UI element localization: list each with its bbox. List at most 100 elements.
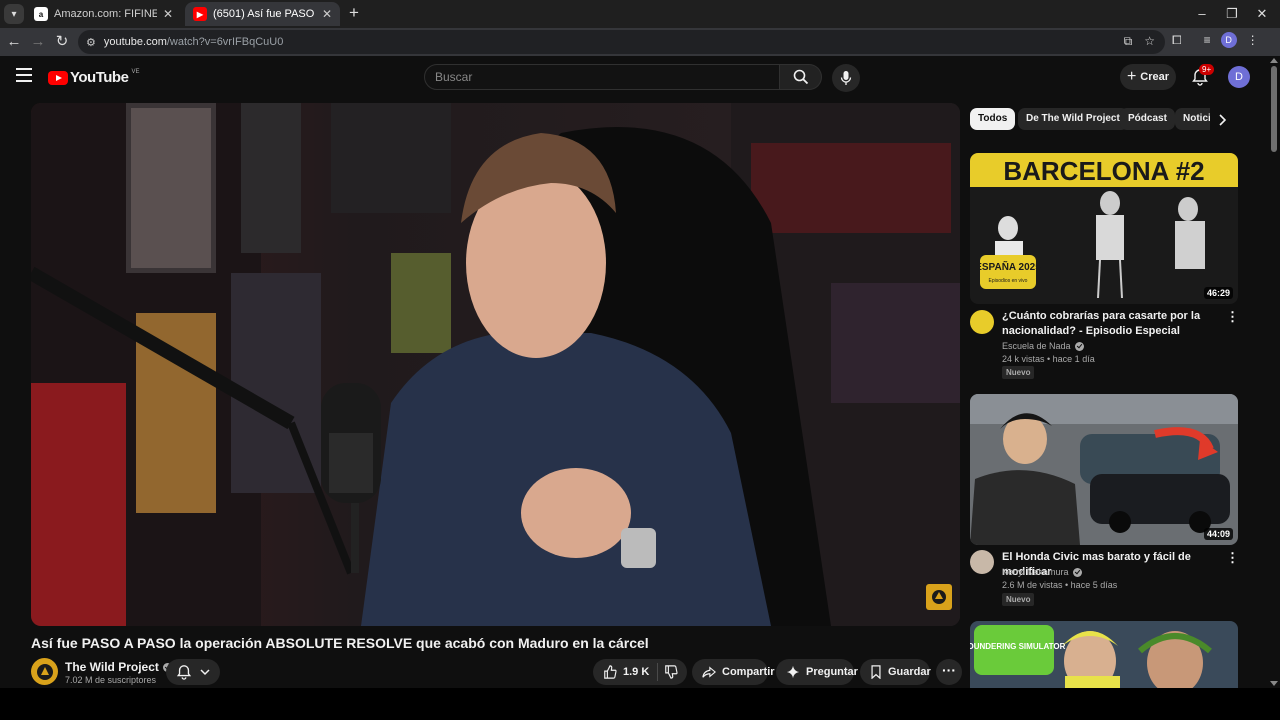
- thumb-headline: LOUNDERING SIMULATOR: [970, 642, 1066, 651]
- new-tab-button[interactable]: +: [344, 4, 364, 24]
- scroll-up-arrow-icon[interactable]: [1270, 58, 1278, 63]
- tab-search-button[interactable]: ▾: [4, 4, 24, 24]
- voice-search-button[interactable]: [832, 64, 860, 92]
- microphone-icon: [840, 71, 852, 85]
- new-badge: Nuevo: [1002, 366, 1035, 379]
- rec-meta: 2.6 M de vistas • hace 5 días: [1002, 580, 1118, 590]
- chevron-down-icon: [200, 669, 210, 676]
- channel-name[interactable]: The Wild Project: [65, 660, 172, 674]
- thumbnail-image: [970, 394, 1238, 545]
- subscriber-count: 7.02 M de suscriptores: [65, 675, 157, 685]
- notification-count-badge: 9+: [1199, 64, 1215, 75]
- video-player[interactable]: [31, 103, 960, 626]
- channel-avatar[interactable]: [31, 658, 58, 685]
- extensions-icon[interactable]: ⧠: [1172, 33, 1182, 48]
- ask-button[interactable]: Preguntar: [776, 659, 858, 685]
- bookmark-icon: [870, 665, 882, 679]
- ask-label: Preguntar: [806, 666, 858, 678]
- site-info-icon[interactable]: ⚙: [86, 36, 96, 49]
- close-tab-icon[interactable]: ✕: [163, 7, 173, 21]
- notifications-button[interactable]: 9+: [1190, 64, 1215, 88]
- profile-avatar[interactable]: D: [1220, 32, 1237, 48]
- address-bar[interactable]: ⚙ youtube.com/watch?v=6vrIFBqCuU0 ⧉ ☆: [78, 30, 1165, 54]
- share-arrow-icon: [702, 665, 716, 679]
- rec-thumbnail[interactable]: BARCELONA #2 ESPAÑA 2025 Episodios en vi…: [970, 153, 1238, 304]
- divider: [657, 663, 659, 681]
- back-button[interactable]: ←: [4, 32, 24, 52]
- forward-button[interactable]: →: [28, 32, 48, 52]
- youtube-header: YouTube VE + Crear 9+ D: [0, 56, 1268, 98]
- browser-tab-youtube[interactable]: ▶ (6501) Así fue PASO A PASO la ✕: [185, 2, 340, 26]
- like-count: 1.9 K: [623, 666, 650, 678]
- subscription-notifications-button[interactable]: [166, 659, 220, 685]
- thumbnail-image: BARCELONA #2 ESPAÑA 2025 Episodios en vi…: [970, 153, 1238, 304]
- url-text: youtube.com/watch?v=6vrIFBqCuU0: [103, 36, 284, 48]
- rec-title[interactable]: ¿Cuánto cobrarías para casarte por la na…: [1002, 309, 1220, 339]
- bell-icon: [176, 665, 192, 680]
- like-button[interactable]: [603, 665, 617, 679]
- browser-tab-strip: ▾ a Amazon.com: FIFINE - Juego de ✕ ▶ (6…: [0, 0, 1280, 28]
- rec-channel[interactable]: Kenyi Nakamura: [1002, 567, 1082, 578]
- channel-watermark-icon[interactable]: [926, 584, 952, 610]
- youtube-play-icon: [48, 70, 68, 85]
- verified-icon: [1074, 342, 1084, 352]
- search-box: [424, 64, 780, 90]
- scrollbar-thumb[interactable]: [1271, 66, 1277, 152]
- thumbs-down-icon: [665, 665, 678, 679]
- minimize-button[interactable]: –: [1192, 4, 1212, 24]
- logo-text: YouTube: [70, 69, 129, 86]
- save-button[interactable]: Guardar: [860, 659, 931, 685]
- share-button[interactable]: Compartir: [692, 659, 775, 685]
- thumbs-up-icon: [604, 665, 617, 679]
- sparkle-icon: [786, 665, 800, 679]
- share-label: Compartir: [722, 666, 775, 678]
- close-tab-icon[interactable]: ✕: [322, 7, 332, 21]
- country-code: VE: [131, 68, 140, 75]
- bookmark-star-icon[interactable]: ☆: [1144, 34, 1155, 49]
- dislike-button[interactable]: [664, 665, 678, 679]
- verified-icon: [1072, 568, 1082, 578]
- save-label: Guardar: [888, 666, 931, 678]
- create-button[interactable]: + Crear: [1120, 64, 1176, 90]
- search-button[interactable]: [780, 64, 822, 90]
- channel-avatar[interactable]: [970, 550, 994, 574]
- video-duration: 44:09: [1203, 528, 1233, 540]
- account-avatar[interactable]: D: [1228, 66, 1250, 88]
- amazon-icon: a: [34, 7, 48, 21]
- rec-thumbnail[interactable]: LOUNDERING SIMULATOR: [970, 621, 1238, 688]
- video-frame-image: [31, 103, 960, 626]
- chip-todos[interactable]: Todos: [970, 108, 1016, 130]
- close-window-button[interactable]: ✕: [1252, 4, 1272, 24]
- browser-tab-amazon[interactable]: a Amazon.com: FIFINE - Juego de ✕: [26, 2, 181, 26]
- search-icon: [793, 69, 808, 85]
- browser-menu-icon[interactable]: ⋮: [1247, 33, 1259, 47]
- rec-channel[interactable]: Escuela de Nada: [1002, 341, 1084, 352]
- thumbnail-image: LOUNDERING SIMULATOR: [970, 621, 1238, 688]
- like-dislike-group: 1.9 K: [593, 659, 687, 685]
- filter-chips: Todos De The Wild Project Pódcast Notici…: [970, 108, 1238, 130]
- restore-button[interactable]: ❐: [1222, 4, 1242, 24]
- tab-title: Amazon.com: FIFINE - Juego de: [54, 8, 157, 20]
- chip-de-the-wild-project[interactable]: De The Wild Project: [1018, 108, 1128, 130]
- rec-more-options-icon[interactable]: ⋮: [1226, 551, 1239, 567]
- channel-avatar[interactable]: [970, 310, 994, 334]
- search-input[interactable]: [425, 65, 779, 89]
- tab-title: (6501) Así fue PASO A PASO la: [213, 8, 316, 20]
- chips-next-button[interactable]: [1210, 108, 1234, 132]
- browser-toolbar: ← → ↻ ⚙ youtube.com/watch?v=6vrIFBqCuU0 …: [0, 28, 1280, 56]
- youtube-logo[interactable]: YouTube VE: [48, 69, 139, 86]
- page-scrollbar[interactable]: [1268, 56, 1280, 688]
- create-label: Crear: [1140, 71, 1170, 83]
- reload-button[interactable]: ↻: [52, 32, 72, 52]
- scroll-down-arrow-icon[interactable]: [1270, 681, 1278, 686]
- menu-icon[interactable]: [16, 68, 32, 82]
- chip-podcast[interactable]: Pódcast: [1120, 108, 1175, 130]
- plus-icon: +: [1126, 68, 1137, 85]
- rec-thumbnail[interactable]: 44:09: [970, 394, 1238, 545]
- reading-list-icon[interactable]: ≡: [1204, 33, 1211, 47]
- cast-icon[interactable]: ⧉: [1124, 34, 1133, 49]
- rec-meta: 24 k vistas • hace 1 día: [1002, 354, 1095, 364]
- rec-more-options-icon[interactable]: ⋮: [1226, 310, 1239, 326]
- youtube-icon: ▶: [193, 7, 207, 21]
- more-actions-button[interactable]: ···: [936, 659, 962, 685]
